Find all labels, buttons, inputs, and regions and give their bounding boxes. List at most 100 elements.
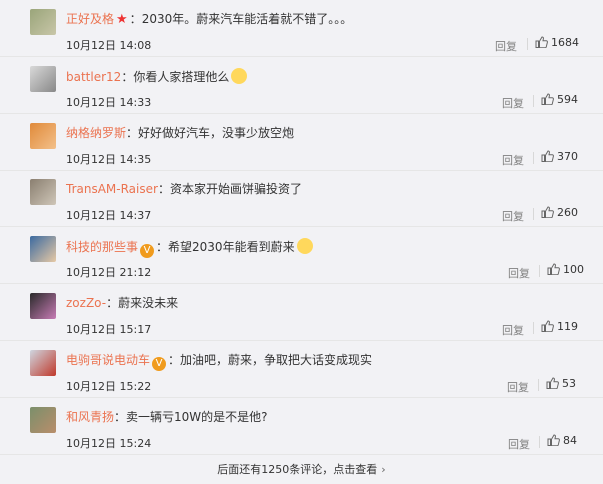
comment-date: 10月12日 15:22 bbox=[66, 380, 152, 393]
like-button[interactable]: 84 bbox=[547, 434, 577, 447]
reply-button[interactable]: 回复 bbox=[502, 95, 524, 111]
emoji-icon bbox=[231, 68, 248, 84]
username-link[interactable]: 和风青扬 bbox=[66, 410, 114, 424]
comment-text: 2030年。蔚来汽车能活着就不错了。。。 bbox=[141, 12, 353, 26]
comment-item: 和风青扬：卖一辆亏10W的是不是他? 10月12日 15:24 回复 84 bbox=[0, 398, 603, 455]
comment-line: TransAM-Raiser：资本家开始画饼骗投资了 bbox=[66, 181, 302, 197]
thumbs-up-icon bbox=[546, 377, 559, 389]
avatar[interactable] bbox=[30, 293, 56, 319]
colon-separator: ： bbox=[156, 240, 169, 254]
divider bbox=[533, 152, 534, 164]
thumbs-up-icon bbox=[541, 320, 554, 332]
emoji-icon bbox=[296, 238, 313, 254]
comment-item: zozZo-：蔚来没未来 10月12日 15:17 回复 119 bbox=[0, 284, 603, 341]
comment-date: 10月12日 14:33 bbox=[66, 96, 152, 109]
comment-text: 你看人家搭理他么 bbox=[133, 70, 230, 84]
like-button[interactable]: 370 bbox=[541, 150, 578, 163]
comment-text: 资本家开始画饼骗投资了 bbox=[169, 182, 302, 196]
like-button[interactable]: 594 bbox=[541, 93, 578, 106]
colon-separator: ： bbox=[106, 296, 119, 310]
comment-text: 加油吧，蔚来，争取把大话变成现实 bbox=[180, 353, 373, 367]
avatar[interactable] bbox=[30, 407, 56, 433]
avatar[interactable] bbox=[30, 123, 56, 149]
divider bbox=[539, 265, 540, 277]
reply-button[interactable]: 回复 bbox=[508, 436, 530, 452]
like-button[interactable]: 100 bbox=[547, 263, 584, 276]
comment-date: 10月12日 21:12 bbox=[66, 266, 152, 279]
comment-date: 10月12日 14:08 bbox=[66, 39, 152, 52]
reply-button[interactable]: 回复 bbox=[508, 265, 530, 281]
divider bbox=[533, 322, 534, 334]
divider bbox=[533, 95, 534, 107]
comment-line: 和风青扬：卖一辆亏10W的是不是他? bbox=[66, 409, 268, 425]
thumbs-up-icon bbox=[541, 150, 554, 162]
colon-separator: ： bbox=[129, 12, 142, 26]
divider bbox=[539, 436, 540, 448]
like-button[interactable]: 1684 bbox=[535, 36, 579, 49]
like-count: 260 bbox=[557, 206, 578, 219]
more-comments-link[interactable]: 后面还有1250条评论，点击查看 › bbox=[0, 456, 603, 484]
thumbs-up-icon bbox=[541, 93, 554, 105]
like-count: 84 bbox=[563, 434, 577, 447]
colon-separator: ： bbox=[168, 353, 181, 367]
comment-date: 10月12日 15:24 bbox=[66, 437, 152, 450]
avatar[interactable] bbox=[30, 179, 56, 205]
comment-line: 电驹哥说电动车 V ：加油吧，蔚来，争取把大话变成现实 bbox=[66, 352, 372, 371]
comment-line: battler12：你看人家搭理他么 bbox=[66, 68, 248, 85]
avatar[interactable] bbox=[30, 9, 56, 35]
comment-text: 卖一辆亏10W的是不是他? bbox=[126, 410, 268, 424]
like-count: 100 bbox=[563, 263, 584, 276]
chevron-right-icon: › bbox=[381, 463, 386, 476]
username-link[interactable]: TransAM-Raiser bbox=[66, 182, 158, 196]
comment-item: 科技的那些事 V ：希望2030年能看到蔚来 10月12日 21:12 回复 100 bbox=[0, 227, 603, 284]
colon-separator: ： bbox=[114, 410, 127, 424]
like-button[interactable]: 53 bbox=[546, 377, 576, 390]
colon-separator: ： bbox=[126, 126, 139, 140]
verified-badge-icon: V bbox=[140, 244, 155, 258]
username-link[interactable]: zozZo- bbox=[66, 296, 106, 310]
comment-line: 科技的那些事 V ：希望2030年能看到蔚来 bbox=[66, 238, 313, 258]
colon-separator: ： bbox=[121, 70, 134, 84]
comment-line: zozZo-：蔚来没未来 bbox=[66, 295, 178, 311]
comment-line: 正好及格 ★ ：2030年。蔚来汽车能活着就不错了。。。 bbox=[66, 11, 352, 28]
like-count: 53 bbox=[562, 377, 576, 390]
comment-item: 纳格纳罗斯：好好做好汽车，没事少放空炮 10月12日 14:35 回复 370 bbox=[0, 114, 603, 171]
avatar[interactable] bbox=[30, 66, 56, 92]
comment-item: TransAM-Raiser：资本家开始画饼骗投资了 10月12日 14:37 回复… bbox=[0, 170, 603, 227]
verified-badge-icon: V bbox=[152, 357, 167, 371]
star-badge-icon: ★ bbox=[116, 12, 128, 27]
thumbs-up-icon bbox=[547, 263, 560, 275]
avatar[interactable] bbox=[30, 236, 56, 262]
comment-date: 10月12日 15:17 bbox=[66, 323, 152, 336]
username-link[interactable]: 科技的那些事 bbox=[66, 240, 138, 254]
more-comments-text: 后面还有1250条评论，点击查看 bbox=[217, 463, 378, 476]
comment-text: 好好做好汽车，没事少放空炮 bbox=[138, 126, 295, 140]
username-link[interactable]: battler12 bbox=[66, 70, 121, 84]
thumbs-up-icon bbox=[535, 36, 548, 48]
like-count: 119 bbox=[557, 320, 578, 333]
thumbs-up-icon bbox=[547, 434, 560, 446]
like-count: 1684 bbox=[551, 36, 579, 49]
comment-date: 10月12日 14:37 bbox=[66, 209, 152, 222]
reply-button[interactable]: 回复 bbox=[502, 322, 524, 338]
username-link[interactable]: 电驹哥说电动车 bbox=[66, 353, 150, 367]
comment-line: 纳格纳罗斯：好好做好汽车，没事少放空炮 bbox=[66, 125, 294, 141]
like-button[interactable]: 119 bbox=[541, 320, 578, 333]
comment-item: battler12：你看人家搭理他么 10月12日 14:33 回复 594 bbox=[0, 57, 603, 114]
like-button[interactable]: 260 bbox=[541, 206, 578, 219]
reply-button[interactable]: 回复 bbox=[507, 379, 529, 395]
divider bbox=[533, 208, 534, 220]
reply-button[interactable]: 回复 bbox=[502, 208, 524, 224]
thumbs-up-icon bbox=[541, 206, 554, 218]
username-link[interactable]: 正好及格 bbox=[66, 12, 114, 26]
comment-item: 正好及格 ★ ：2030年。蔚来汽车能活着就不错了。。。 10月12日 14:08 回复… bbox=[0, 0, 603, 57]
comment-text: 希望2030年能看到蔚来 bbox=[168, 240, 295, 254]
reply-button[interactable]: 回复 bbox=[502, 152, 524, 168]
like-count: 370 bbox=[557, 150, 578, 163]
reply-button[interactable]: 回复 bbox=[495, 38, 517, 54]
colon-separator: ： bbox=[157, 182, 170, 196]
avatar[interactable] bbox=[30, 350, 56, 376]
divider bbox=[527, 38, 528, 50]
comment-text: 蔚来没未来 bbox=[118, 296, 179, 310]
username-link[interactable]: 纳格纳罗斯 bbox=[66, 126, 126, 140]
